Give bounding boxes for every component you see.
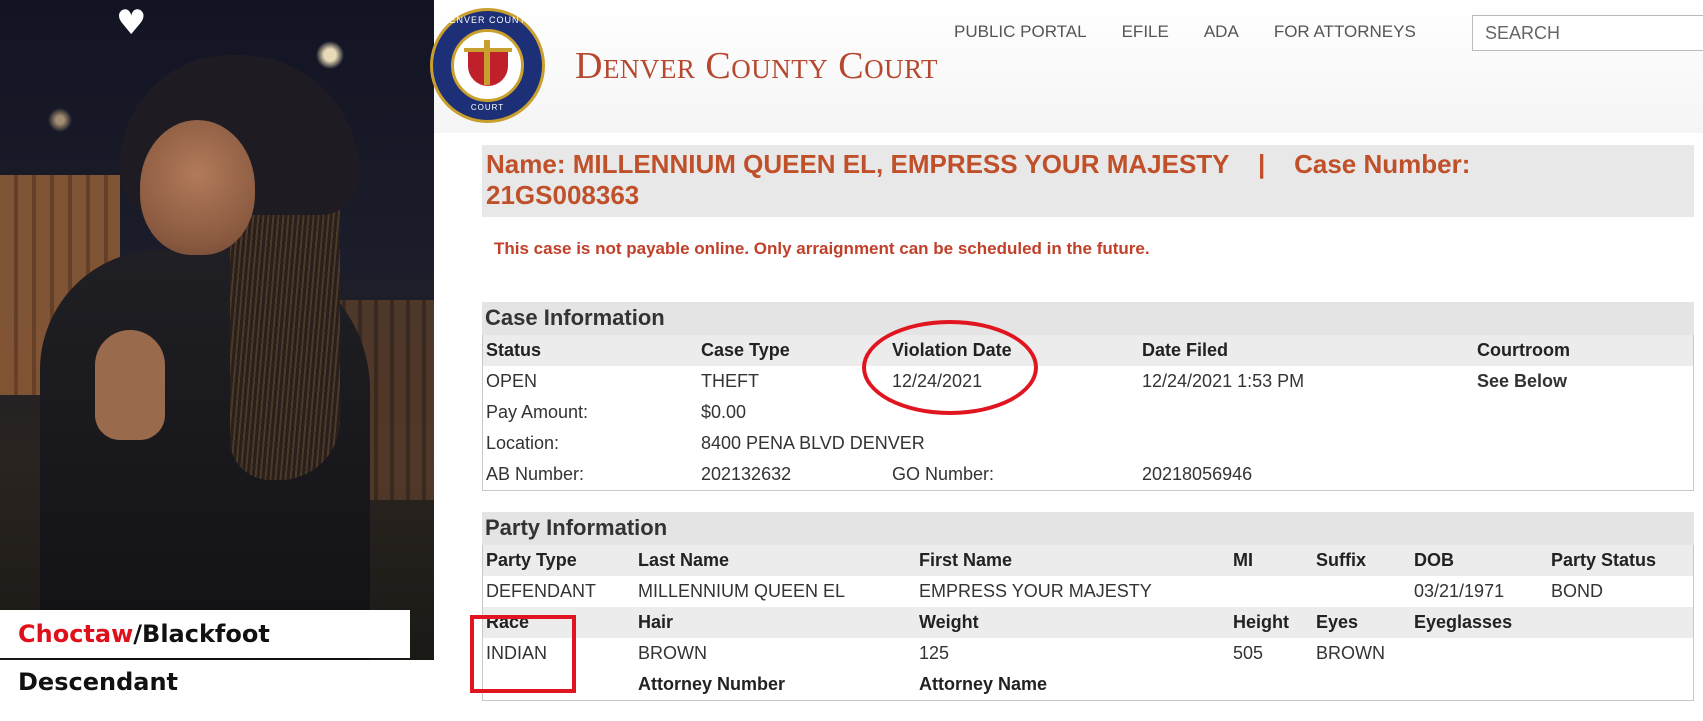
scales-of-justice-icon [484,40,490,85]
header-attorney-number: Attorney Number [638,674,786,694]
date-filed-value: 12/24/2021 1:53 PM [1142,371,1305,391]
caption-choctaw: Choctaw [18,620,134,648]
party-type-value: DEFENDANT [486,581,597,601]
table-row: INDIAN BROWN 125 505 BROWN [483,638,1693,669]
party-information-title: Party Information [482,512,1694,545]
seal-bottom-text: COURT [470,103,505,112]
table-row: DEFENDANT MILLENNIUM QUEEN EL EMPRESS YO… [483,576,1693,607]
ab-number-label: AB Number: [486,464,585,484]
nav-for-attorneys[interactable]: FOR ATTORNEYS [1274,22,1416,42]
header-party-status: Party Status [1551,550,1657,570]
party-status-value: BOND [1551,581,1604,601]
go-number-label: GO Number: [892,464,995,484]
person-face [140,120,255,255]
table-header-row: Race Hair Weight Height Eyes Eyeglasses [483,607,1693,638]
status-value: OPEN [486,371,538,391]
header-courtroom: Courtroom [1477,340,1570,360]
location-value: 8400 PENA BLVD DENVER [701,433,925,453]
heart-icon: ♥ [116,3,147,43]
race-highlight-box [470,615,576,693]
header-status: Status [486,340,542,360]
pay-amount-label: Pay Amount: [486,402,589,422]
header-dob: DOB [1414,550,1454,570]
case-heading: Name: MILLENNIUM QUEEN EL, EMPRESS YOUR … [482,145,1694,217]
location-label: Location: [486,433,560,453]
nav-ada[interactable]: ADA [1204,22,1239,42]
payment-notice: This case is not payable online. Only ar… [494,239,1150,258]
case-information-title: Case Information [482,302,1694,335]
table-header-row: Attorney Number Attorney Name [483,669,1693,700]
table-header-row: Party Type Last Name First Name MI Suffi… [483,545,1693,576]
go-number-value: 20218056946 [1142,464,1253,484]
case-information-table: Status Case Type Violation Date Date Fil… [482,335,1694,491]
case-detail: Name: MILLENNIUM QUEEN EL, EMPRESS YOUR … [482,145,1694,701]
header-attorney-name: Attorney Name [919,674,1048,694]
search-input[interactable] [1472,15,1703,51]
header-suffix: Suffix [1316,550,1367,570]
header-mi: MI [1233,550,1253,570]
court-seal-logo: DENVER COUNTY COURT [430,8,545,123]
court-title[interactable]: Denver County Court [575,44,938,88]
case-title-line1: Name: MILLENNIUM QUEEN EL, EMPRESS YOUR … [486,149,1471,179]
header-last-name: Last Name [638,550,730,570]
eyes-value: BROWN [1316,643,1385,663]
person-photo: ♥ [0,0,434,660]
person-hand [95,330,165,440]
case-number: 21GS008363 [486,180,640,210]
seal-top-text: DENVER COUNTY [441,15,533,25]
dob-value: 03/21/1971 [1414,581,1505,601]
party-information-table: Party Type Last Name First Name MI Suffi… [482,545,1694,701]
header-height: Height [1233,612,1289,632]
nav-public-portal[interactable]: PUBLIC PORTAL [954,22,1087,42]
photo-caption: Choctaw/Blackfoot Descendant [0,610,410,696]
courtroom-link[interactable]: See Below [1477,371,1677,392]
header-weight: Weight [919,612,979,632]
case-information-section: Case Information Status Case Type Violat… [482,302,1694,491]
header-eyeglasses: Eyeglasses [1414,612,1513,632]
table-header-row: Status Case Type Violation Date Date Fil… [483,335,1693,366]
party-information-section: Party Information Party Type Last Name F… [482,512,1694,701]
hair-value: BROWN [638,643,707,663]
last-name-value: MILLENNIUM QUEEN EL [638,581,846,601]
header-date-filed: Date Filed [1142,340,1229,360]
height-value: 505 [1233,643,1264,663]
ab-number-value: 202132632 [701,464,792,484]
weight-value: 125 [919,643,950,663]
table-row: OPEN THEFT 12/24/2021 12/24/2021 1:53 PM… [483,366,1693,397]
header-party-type: Party Type [486,550,577,570]
table-row: Pay Amount: $0.00 [483,397,1693,428]
header-eyes: Eyes [1316,612,1359,632]
court-header: DENVER COUNTY COURT Denver County Court … [430,0,1703,133]
header-first-name: First Name [919,550,1013,570]
seal-center [451,29,524,102]
table-row: Location: 8400 PENA BLVD DENVER [483,428,1693,459]
table-row: AB Number: 202132632 GO Number: 20218056… [483,459,1693,490]
violation-date-highlight-ellipse [862,320,1038,415]
nav-efile[interactable]: EFILE [1122,22,1169,42]
top-navigation: PUBLIC PORTAL EFILE ADA FOR ATTORNEYS [954,22,1451,42]
pay-amount-value: $0.00 [701,402,747,422]
header-hair: Hair [638,612,674,632]
first-name-value: EMPRESS YOUR MAJESTY [919,581,1152,601]
